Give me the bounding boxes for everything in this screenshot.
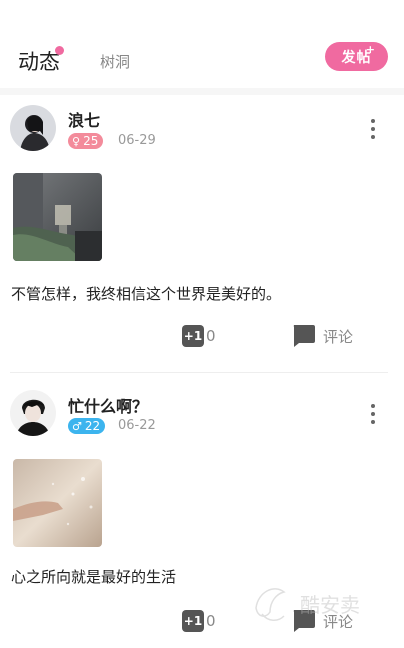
tab-tree-hole[interactable]: 树洞 (100, 51, 130, 72)
notification-dot (55, 46, 64, 55)
age-value: 25 (83, 134, 99, 148)
avatar[interactable] (10, 390, 56, 436)
post-date: 06-29 (118, 133, 156, 148)
female-icon: ♀ (72, 134, 81, 148)
comment-button[interactable]: 评论 (291, 324, 353, 348)
plus-icon: + (365, 43, 376, 56)
watermark: 酷安卖 (255, 588, 360, 621)
app-header: 动态 树洞 发帖 + (0, 0, 404, 88)
plus-one-icon: +1 (182, 325, 204, 347)
username[interactable]: 浪七 (68, 107, 100, 131)
age-value: 22 (84, 419, 101, 433)
watermark-text: 酷安卖 (300, 593, 360, 617)
like-button[interactable]: +1 0 (182, 610, 216, 632)
gender-age-badge: ♀ 25 (68, 133, 104, 149)
more-vertical-icon[interactable] (370, 119, 376, 139)
male-icon: ♂ (72, 419, 82, 433)
post-image-graphic (13, 173, 102, 261)
post-image[interactable] (13, 459, 102, 547)
like-count: 0 (206, 327, 216, 345)
like-button[interactable]: +1 0 (182, 325, 216, 347)
avatar-image (10, 390, 56, 436)
post-text: 心之所向就是最好的生活 (11, 568, 177, 586)
post-divider (10, 372, 388, 373)
username[interactable]: 忙什么啊？ (68, 393, 148, 417)
avatar[interactable] (10, 105, 56, 151)
gender-age-badge: ♂ 22 (68, 418, 106, 434)
comment-label: 评论 (323, 327, 354, 346)
plus-one-icon: +1 (182, 610, 204, 632)
tab-dynamics[interactable]: 动态 (18, 46, 60, 76)
comment-bubble-icon (293, 325, 315, 347)
more-vertical-icon[interactable] (370, 404, 376, 424)
post-text: 不管怎样，我终相信这个世界是美好的。 (11, 285, 282, 303)
new-post-button[interactable]: 发帖 + (325, 42, 388, 71)
avatar-image (10, 105, 56, 151)
post-image-graphic (13, 459, 102, 547)
like-count: 0 (206, 612, 216, 630)
post-date: 06-22 (118, 418, 156, 433)
post-image[interactable] (13, 173, 102, 261)
header-divider (0, 88, 404, 95)
